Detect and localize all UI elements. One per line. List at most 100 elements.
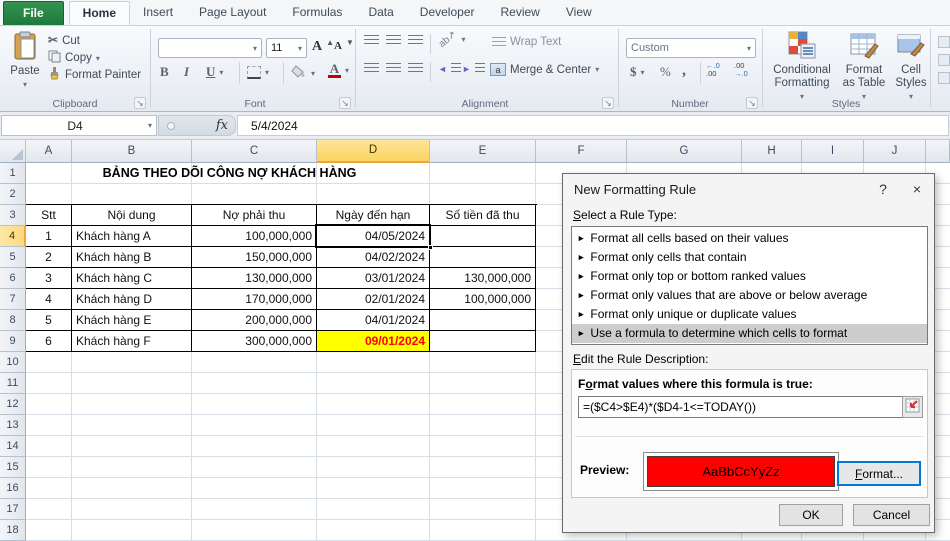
- column-header-A[interactable]: A: [26, 140, 72, 163]
- cell-C9[interactable]: 300,000,000: [192, 331, 317, 352]
- column-header-E[interactable]: E: [430, 140, 536, 163]
- column-header-G[interactable]: G: [627, 140, 742, 163]
- cell-C4[interactable]: 100,000,000: [192, 226, 317, 247]
- rule-type-option-5[interactable]: ► Format only unique or duplicate values: [572, 305, 927, 324]
- font-color-button[interactable]: A ▾: [328, 62, 349, 78]
- row-header-15[interactable]: 15: [0, 457, 26, 478]
- row-header-3[interactable]: 3: [0, 205, 26, 226]
- alignment-dialog-launcher[interactable]: ↘: [602, 97, 614, 109]
- decrease-decimal-button[interactable]: .00 →.0: [734, 62, 748, 78]
- row-header-1[interactable]: 1: [0, 163, 26, 184]
- tab-developer[interactable]: Developer: [407, 1, 488, 25]
- range-picker-button[interactable]: [902, 396, 923, 418]
- column-header-H[interactable]: H: [742, 140, 802, 163]
- cut-button[interactable]: ✂ Cut: [48, 33, 80, 48]
- column-header-C[interactable]: C: [192, 140, 317, 163]
- tab-data[interactable]: Data: [355, 1, 406, 25]
- format-painter-button[interactable]: Format Painter: [48, 67, 141, 83]
- comma-style-button[interactable]: ,: [682, 62, 686, 80]
- cell-B9[interactable]: Khách hàng F: [72, 331, 192, 352]
- row-header-10[interactable]: 10: [0, 352, 26, 373]
- formula-input[interactable]: =($C4>$E4)*($D4-1<=TODAY()): [578, 396, 906, 418]
- row-header-13[interactable]: 13: [0, 415, 26, 436]
- cell-B6[interactable]: Khách hàng C: [72, 268, 192, 289]
- cell-B4[interactable]: Khách hàng A: [72, 226, 192, 247]
- format-as-table-button[interactable]: Format as Table ▾: [840, 30, 888, 103]
- orientation-button[interactable]: ab↗ ▾: [437, 29, 466, 50]
- number-format-combo[interactable]: Custom ▾: [626, 38, 756, 58]
- help-icon[interactable]: ?: [866, 176, 900, 202]
- rule-type-option-6[interactable]: ► Use a formula to determine which cells …: [572, 324, 927, 343]
- cell-A6[interactable]: 3: [26, 268, 72, 289]
- bold-button[interactable]: B: [160, 64, 169, 80]
- row-header-18[interactable]: 18: [0, 520, 26, 541]
- cell-E4[interactable]: [430, 226, 536, 247]
- align-left-button[interactable]: [364, 63, 379, 74]
- cell-A5[interactable]: 2: [26, 247, 72, 268]
- align-top-button[interactable]: [364, 35, 379, 46]
- header-cell-Ngày đến hạn[interactable]: Ngày đến hạn: [317, 205, 430, 226]
- formula-bar-input[interactable]: 5/4/2024: [237, 115, 949, 136]
- column-header-J[interactable]: J: [864, 140, 926, 163]
- tab-page-layout[interactable]: Page Layout: [186, 1, 279, 25]
- header-cell-Số tiền đã thu[interactable]: Số tiền đã thu: [430, 205, 536, 226]
- format-button[interactable]: Format...: [837, 461, 921, 486]
- cell-D8[interactable]: 04/01/2024: [317, 310, 430, 331]
- accounting-format-button[interactable]: $ ▾: [630, 64, 645, 80]
- shrink-font-button[interactable]: A ▼: [334, 38, 354, 53]
- row-header-4[interactable]: 4: [0, 226, 26, 247]
- tab-home[interactable]: Home: [68, 1, 131, 25]
- grow-font-button[interactable]: A ▲: [312, 38, 334, 55]
- cell-E8[interactable]: [430, 310, 536, 331]
- wrap-text-button[interactable]: Wrap Text: [492, 36, 561, 48]
- percent-style-button[interactable]: %: [660, 64, 671, 80]
- row-header-6[interactable]: 6: [0, 268, 26, 289]
- font-size-combo[interactable]: 11 ▾: [266, 38, 307, 58]
- paste-dropdown-icon[interactable]: ▾: [23, 78, 27, 91]
- cell-C8[interactable]: 200,000,000: [192, 310, 317, 331]
- align-bottom-button[interactable]: [408, 35, 423, 46]
- align-middle-button[interactable]: [386, 35, 401, 46]
- cell-A4[interactable]: 1: [26, 226, 72, 247]
- column-header-D[interactable]: D: [317, 140, 430, 163]
- decrease-indent-button[interactable]: ◄: [438, 63, 461, 74]
- cell-D6[interactable]: 03/01/2024: [317, 268, 430, 289]
- rule-type-option-1[interactable]: ► Format all cells based on their values: [572, 229, 927, 248]
- row-header-16[interactable]: 16: [0, 478, 26, 499]
- cell-E6[interactable]: 130,000,000: [430, 268, 536, 289]
- borders-button[interactable]: ▾: [247, 66, 269, 79]
- italic-button[interactable]: I: [184, 64, 189, 80]
- row-header-11[interactable]: 11: [0, 373, 26, 394]
- align-right-button[interactable]: [408, 63, 423, 74]
- cell-C5[interactable]: 150,000,000: [192, 247, 317, 268]
- cell-E7[interactable]: 100,000,000: [430, 289, 536, 310]
- tab-review[interactable]: Review: [488, 1, 553, 25]
- row-header-9[interactable]: 9: [0, 331, 26, 352]
- header-cell-Nợ phải thu[interactable]: Nợ phải thu: [192, 205, 317, 226]
- column-header-F[interactable]: F: [536, 140, 627, 163]
- header-cell-Nội dung[interactable]: Nội dung: [72, 205, 192, 226]
- font-dialog-launcher[interactable]: ↘: [339, 97, 351, 109]
- cell-B8[interactable]: Khách hàng E: [72, 310, 192, 331]
- cell-C7[interactable]: 170,000,000: [192, 289, 317, 310]
- select-all-corner[interactable]: [0, 140, 26, 163]
- cell-E5[interactable]: [430, 247, 536, 268]
- increase-decimal-button[interactable]: ←.0.00: [706, 62, 720, 78]
- cell-B5[interactable]: Khách hàng B: [72, 247, 192, 268]
- font-name-combo[interactable]: ▾: [158, 38, 262, 58]
- dialog-title-bar[interactable]: New Formatting Rule ? ×: [563, 174, 934, 204]
- row-header-2[interactable]: 2: [0, 184, 26, 205]
- row-header-5[interactable]: 5: [0, 247, 26, 268]
- row-header-7[interactable]: 7: [0, 289, 26, 310]
- cell-A7[interactable]: 4: [26, 289, 72, 310]
- tab-insert[interactable]: Insert: [130, 1, 186, 25]
- highlighted-cell-D9[interactable]: 09/01/2024: [317, 331, 430, 352]
- clipboard-dialog-launcher[interactable]: ↘: [134, 97, 146, 109]
- tab-formulas[interactable]: Formulas: [279, 1, 355, 25]
- cell-A8[interactable]: 5: [26, 310, 72, 331]
- header-cell-Stt[interactable]: Stt: [26, 205, 72, 226]
- column-header-I[interactable]: I: [802, 140, 864, 163]
- merge-center-button[interactable]: a Merge & Center ▾: [490, 63, 599, 76]
- number-dialog-launcher[interactable]: ↘: [746, 97, 758, 109]
- ok-button[interactable]: OK: [779, 504, 843, 526]
